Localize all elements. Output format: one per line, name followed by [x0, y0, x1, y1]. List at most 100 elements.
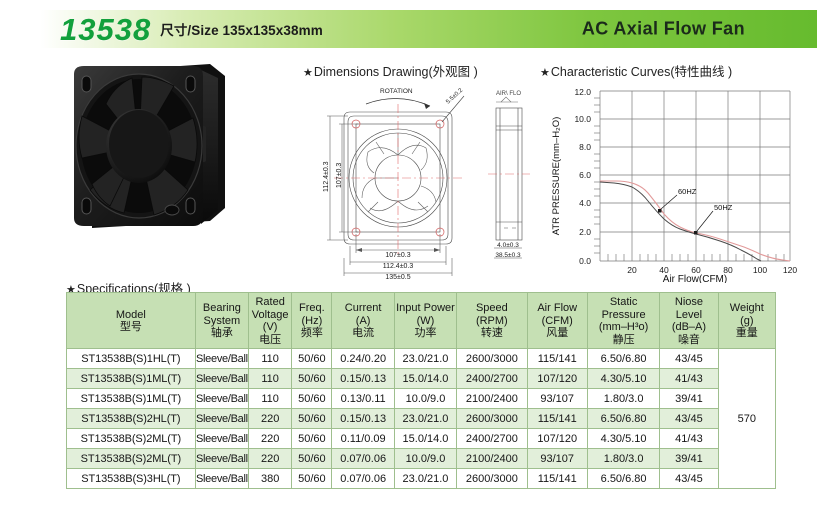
col-header-airflow-unit: (CFM): [541, 314, 573, 327]
static-pressure-cell: 6.50/6.80: [586, 348, 661, 369]
table-row: ST13538B(S)3HL(T) Sleeve/Ball 380 50/60 0.07…: [66, 468, 776, 489]
col-header-power-en: Input Power: [396, 302, 455, 315]
model-cell: ST13538B(S)1ML(T): [66, 368, 196, 389]
y-tick-1: 2.0: [579, 227, 591, 237]
col-header-current: Current (A) 电流: [331, 292, 395, 349]
x-axis-label: Air Flow(CFM): [663, 274, 727, 283]
curves-title-text: Characteristic Curves(特性曲线 ): [550, 65, 733, 79]
voltage-cell: 110: [248, 348, 293, 369]
model-cell: ST13538B(S)2ML(T): [66, 448, 196, 469]
annotation-60hz: 60HZ: [678, 187, 697, 196]
table-row: ST13538B(S)1HL(T) Sleeve/Ball 110 50/60 0.24…: [66, 348, 777, 489]
col-header-speed-cn: 转速: [480, 327, 503, 340]
model-cell: ST13538B(S)2HL(T): [66, 408, 196, 429]
width-mid-dimension: 112.4±0.3: [383, 263, 414, 270]
col-header-static-unit: (mm–H³o): [598, 321, 649, 333]
noise-cell: 41/43: [659, 368, 719, 389]
power-cell: 15.0/14.0: [393, 368, 458, 389]
static-pressure-cell: 6.50/6.80: [586, 468, 661, 489]
speed-cell: 2100/2400: [456, 448, 528, 469]
x-tick-0: 20: [627, 265, 637, 275]
characteristic-curves-chart: 0.0 2.0 4.0 6.0 8.0 10.0 12.0 20 40 60 8…: [545, 83, 820, 283]
height-inner-dimension: 107±0.3: [336, 163, 343, 188]
col-header-freq-cn: 频率: [300, 327, 323, 340]
col-header-noise: Niose Level (dB–A) 噪音: [659, 292, 719, 349]
table-body: ST13538B(S)1HL(T) Sleeve/Ball 110 50/60 0.24…: [66, 348, 777, 489]
voltage-cell: 220: [248, 448, 293, 469]
power-cell: 23.0/21.0: [393, 408, 458, 429]
col-header-airflow: Air Flow (CFM) 风量: [526, 292, 588, 349]
airflow-cell: 115/141: [526, 348, 588, 369]
col-header-model: Model 型号: [66, 292, 196, 349]
voltage-cell: 220: [248, 428, 293, 449]
power-cell: 10.0/9.0: [393, 388, 458, 409]
table-row: ST13538B(S)1ML(T) Sleeve/Ball 110 50/60 0.13…: [66, 388, 776, 409]
voltage-cell: 220: [248, 408, 293, 429]
table-header: Model 型号 Bearing System 轴承 Rated Voltage…: [66, 292, 777, 349]
airflow-label: AIR\ FLO: [496, 91, 521, 97]
y-tick-2: 4.0: [579, 198, 591, 208]
speed-cell: 2600/3000: [456, 348, 528, 369]
airflow-cell: 115/141: [526, 468, 588, 489]
dimension-drawing-svg: ROTATION 5.5±0.2 112.4±0.3 107±0.3 107±0…: [323, 87, 530, 280]
speed-cell: 2100/2400: [456, 388, 528, 409]
airflow-cell: 107/120: [526, 368, 588, 389]
model-number: 13538: [60, 11, 152, 47]
col-header-speed-en: Speed: [475, 302, 508, 315]
col-header-voltage-cn: 电压: [259, 333, 282, 346]
dimensions-title-text: Dimensions Drawing(外观图 ): [313, 65, 478, 79]
dimensions-section-title: ★Dimensions Drawing(外观图 ): [303, 61, 478, 80]
col-header-power-cn: 功率: [414, 327, 437, 340]
static-pressure-cell: 6.50/6.80: [586, 408, 661, 429]
static-pressure-cell: 4.30/5.10: [586, 368, 661, 389]
table-row: ST13538B(S)2ML(T) Sleeve/Ball 220 50/60 0.07…: [66, 448, 776, 469]
freq-cell: 50/60: [291, 388, 333, 409]
airflow-cell: 115/141: [526, 408, 588, 429]
y-minor-ticks: [594, 97, 600, 254]
power-cell: 15.0/14.0: [393, 428, 458, 449]
bearing-cell: Sleeve/Ball: [194, 408, 250, 429]
col-header-current-cn: 电流: [352, 327, 375, 340]
noise-cell: 43/45: [659, 348, 719, 369]
static-pressure-cell: 1.80/3.0: [586, 448, 661, 469]
col-header-current-en: Current: [344, 302, 382, 315]
freq-cell: 50/60: [291, 408, 333, 429]
col-header-weight: Weight (g) 重量: [717, 292, 777, 349]
star-bullet-icon: ★: [303, 67, 313, 79]
weight-cell: 570: [717, 348, 777, 489]
col-header-speed: Speed (RPM) 转速: [456, 292, 528, 349]
chart-gridlines: [599, 90, 791, 262]
col-header-voltage-unit: (V): [262, 321, 278, 333]
col-header-voltage: Rated Voltage (V) 电压: [248, 292, 293, 349]
power-cell: 23.0/21.0: [393, 348, 458, 369]
bearing-cell: Sleeve/Ball: [194, 348, 250, 369]
col-header-voltage-en: Rated Voltage: [251, 296, 289, 321]
bearing-cell: Sleeve/Ball: [194, 448, 250, 469]
static-pressure-cell: 4.30/5.10: [586, 428, 661, 449]
airflow-cell: 93/107: [526, 448, 588, 469]
x-tick-5: 120: [783, 265, 797, 275]
freq-cell: 50/60: [291, 428, 333, 449]
col-header-freq: Freq. (Hz) 频率: [291, 292, 333, 349]
datasheet-page: 13538 尺寸/Size 135x135x38mm AC Axial Flow…: [0, 0, 825, 528]
col-header-freq-en: Freq.: [299, 302, 325, 315]
col-header-static-pressure: Static Pressure (mm–H³o) 静压: [586, 292, 661, 349]
model-cell: ST13538B(S)1ML(T): [66, 388, 196, 409]
freq-cell: 50/60: [291, 448, 333, 469]
bearing-cell: Sleeve/Ball: [194, 428, 250, 449]
noise-cell: 43/45: [659, 468, 719, 489]
y-tick-3: 6.0: [579, 170, 591, 180]
current-cell: 0.11/0.09: [331, 428, 395, 449]
voltage-cell: 380: [248, 468, 293, 489]
col-header-airflow-en: Air Flow: [537, 302, 578, 315]
col-header-weight-cn: 重量: [735, 327, 758, 340]
model-cell: ST13538B(S)1HL(T): [66, 348, 196, 369]
table-header-row: Model 型号 Bearing System 轴承 Rated Voltage…: [66, 292, 777, 349]
airflow-cell: 107/120: [526, 428, 588, 449]
col-header-bearing-cn: 轴承: [210, 327, 233, 340]
speed-cell: 2400/2700: [456, 368, 528, 389]
current-cell: 0.24/0.20: [331, 348, 395, 369]
annotation-50hz: 50HZ: [714, 203, 733, 212]
power-cell: 23.0/21.0: [393, 468, 458, 489]
speed-cell: 2600/3000: [456, 408, 528, 429]
